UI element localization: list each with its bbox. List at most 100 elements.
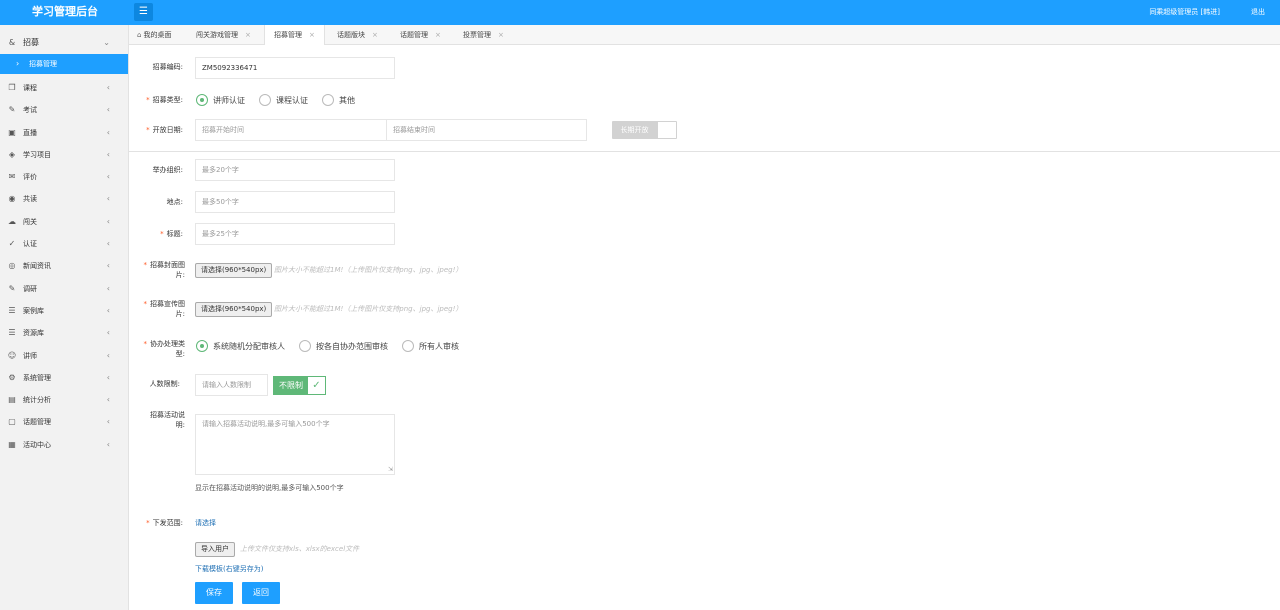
home-icon: ⌂ bbox=[137, 31, 142, 39]
required-mark: * bbox=[160, 230, 164, 238]
gear-icon: ⚙ bbox=[8, 372, 16, 382]
start-date-input[interactable]: 招募开始时间 bbox=[195, 119, 387, 141]
scope-label-text: 下发范围: bbox=[152, 519, 183, 527]
place-label: 地点: bbox=[166, 198, 183, 206]
close-icon[interactable]: × bbox=[435, 31, 441, 39]
end-date-input[interactable]: 招募结束时间 bbox=[386, 119, 587, 141]
sidebar-item-label: 统计分析 bbox=[23, 396, 51, 405]
assist-option-all[interactable]: 所有人审核 bbox=[402, 340, 459, 352]
assist-option-random[interactable]: 系统随机分配审核人 bbox=[196, 340, 285, 352]
sidebar-item-challenge[interactable]: ☁ 闯关 ‹ bbox=[0, 211, 128, 233]
type-option-course[interactable]: 课程认证 bbox=[259, 94, 308, 106]
import-users-button[interactable]: 导入用户 bbox=[195, 542, 235, 557]
user-icon: ☺ bbox=[7, 350, 17, 360]
save-button[interactable]: 保存 bbox=[195, 582, 233, 604]
tab-desktop[interactable]: ⌂ 我的桌面 bbox=[137, 25, 171, 45]
sidebar-item-label: 调研 bbox=[23, 284, 37, 293]
title-input[interactable]: 最多25个字 bbox=[195, 223, 395, 245]
book-icon: ❐ bbox=[8, 83, 16, 92]
close-icon[interactable]: × bbox=[498, 31, 504, 39]
place-input[interactable]: 最多50个字 bbox=[195, 191, 395, 213]
radio-label: 系统随机分配审核人 bbox=[213, 341, 285, 351]
sidebar-item-course[interactable]: ❐ 课程 ‹ bbox=[0, 77, 128, 99]
chevron-left-icon: ‹ bbox=[106, 172, 110, 182]
sidebar-item-news[interactable]: ◎ 新闻资讯 ‹ bbox=[0, 255, 128, 277]
count-input[interactable]: 请输入人数限制 bbox=[195, 374, 268, 396]
tab-game-manage[interactable]: 闯关游戏管理 × bbox=[196, 25, 251, 45]
main-content: 招募编码: ZM5092336471 * 招募类型: 讲师认证 课程认证 其他 *… bbox=[129, 45, 1280, 610]
desc-textarea[interactable]: 请输入招募活动说明,最多可输入500个字 ⇲ bbox=[195, 414, 395, 475]
sidebar-item-label: 直播 bbox=[23, 128, 37, 137]
check-circle-icon: ✓ bbox=[8, 239, 16, 249]
sidebar-item-case-lib[interactable]: ☰ 案例库 ‹ bbox=[0, 300, 128, 322]
sidebar-item-coread[interactable]: ◉ 共读 ‹ bbox=[0, 188, 128, 210]
tab-recruit-manage[interactable]: 招募管理 × bbox=[264, 25, 325, 46]
required-mark: * bbox=[146, 126, 150, 134]
app-title: 学习管理后台 bbox=[32, 5, 98, 18]
sidebar-item-survey[interactable]: ✎ 调研 ‹ bbox=[0, 278, 128, 300]
close-icon[interactable]: × bbox=[245, 31, 251, 39]
sidebar-item-review[interactable]: ✉ 评价 ‹ bbox=[0, 166, 128, 188]
top-bar: 学习管理后台 ☰ 同乘超级管理员 [韩进] 退出 bbox=[0, 0, 1280, 25]
chevron-left-icon: ‹ bbox=[106, 261, 110, 271]
back-button[interactable]: 返回 bbox=[242, 582, 280, 604]
org-label: 举办组织: bbox=[152, 166, 183, 174]
radio-icon bbox=[259, 94, 271, 106]
tab-label: 话题版块 bbox=[337, 31, 365, 39]
chevron-left-icon: ‹ bbox=[106, 194, 110, 204]
sidebar-item-label: 系统管理 bbox=[23, 373, 51, 382]
tab-topic-manage[interactable]: 话题管理 × bbox=[400, 25, 441, 45]
radio-label: 按各自协办范围审核 bbox=[316, 341, 388, 351]
check-icon: ✓ bbox=[312, 380, 321, 391]
edit-icon: ✎ bbox=[8, 105, 16, 115]
count-label: 人数限制: bbox=[149, 380, 180, 388]
tab-topic-board[interactable]: 话题版块 × bbox=[337, 25, 378, 45]
type-option-other[interactable]: 其他 bbox=[322, 94, 355, 106]
hamburger-icon[interactable]: ☰ bbox=[134, 3, 153, 21]
long-term-toggle[interactable]: 长期开放 bbox=[612, 121, 677, 139]
sidebar-subitem-recruit-manage[interactable]: › 招募管理 bbox=[0, 54, 128, 74]
code-field[interactable]: ZM5092336471 bbox=[195, 57, 395, 79]
cover-upload-button[interactable]: 请选择(960*540px) bbox=[195, 263, 273, 278]
chevron-left-icon: ‹ bbox=[106, 283, 110, 293]
unlimited-checkbox[interactable]: 不限制 ✓ bbox=[273, 376, 326, 395]
org-input[interactable]: 最多20个字 bbox=[195, 159, 395, 181]
sidebar-item-label: 评价 bbox=[23, 173, 37, 182]
promo-upload-button[interactable]: 请选择(960*540px) bbox=[195, 302, 273, 317]
type-option-lecturer[interactable]: 讲师认证 bbox=[196, 94, 245, 106]
download-template-link[interactable]: 下载模板(右键另存为) bbox=[195, 564, 263, 574]
close-icon[interactable]: × bbox=[309, 31, 315, 39]
scope-label: * 下发范围: bbox=[129, 518, 183, 528]
close-icon[interactable]: × bbox=[372, 31, 378, 39]
required-mark: * bbox=[143, 261, 148, 269]
sidebar-item-lecturer[interactable]: ☺ 讲师 ‹ bbox=[0, 345, 128, 367]
sidebar-item-stats[interactable]: ▤ 统计分析 ‹ bbox=[0, 389, 128, 411]
title-label-text: 标题: bbox=[166, 230, 183, 238]
sidebar-item-recruit[interactable]: & 招募 ⌄ bbox=[0, 25, 128, 54]
sidebar-item-activity[interactable]: ▦ 活动中心 ‹ bbox=[0, 434, 128, 456]
assist-radio-group: 系统随机分配审核人 按各自协办范围审核 所有人审核 bbox=[196, 339, 473, 353]
sidebar-item-exam[interactable]: ✎ 考试 ‹ bbox=[0, 99, 128, 121]
required-mark: * bbox=[146, 96, 150, 104]
promo-label-text: 招募宣传图片: bbox=[150, 300, 185, 318]
tab-vote-manage[interactable]: 投票管理 × bbox=[463, 25, 504, 45]
user-info[interactable]: 同乘超级管理员 [韩进] bbox=[1149, 0, 1220, 24]
title-label: * 标题: bbox=[129, 229, 183, 239]
sidebar-item-label: 课程 bbox=[23, 84, 37, 92]
radio-icon bbox=[322, 94, 334, 106]
type-radio-group: 讲师认证 课程认证 其他 bbox=[196, 93, 369, 107]
section-divider bbox=[129, 151, 1280, 152]
sidebar-item-resource-lib[interactable]: ☰ 资源库 ‹ bbox=[0, 322, 128, 344]
scope-select-link[interactable]: 请选择 bbox=[195, 518, 216, 528]
sidebar-item-certify[interactable]: ✓ 认证 ‹ bbox=[0, 233, 128, 255]
resize-handle-icon[interactable]: ⇲ bbox=[388, 467, 393, 473]
assist-option-scope[interactable]: 按各自协办范围审核 bbox=[299, 340, 388, 352]
sidebar-item-system[interactable]: ⚙ 系统管理 ‹ bbox=[0, 367, 128, 389]
sidebar-item-project[interactable]: ◈ 学习项目 ‹ bbox=[0, 144, 128, 166]
sidebar-item-label: 话题管理 bbox=[23, 418, 51, 427]
sidebar-item-topic[interactable]: ▢ 话题管理 ‹ bbox=[0, 411, 128, 433]
sidebar-item-live[interactable]: ▣ 直播 ‹ bbox=[0, 122, 128, 144]
logout-link[interactable]: 退出 bbox=[1251, 0, 1265, 24]
date-label: * 开放日期: bbox=[129, 125, 183, 135]
desc-placeholder: 请输入招募活动说明,最多可输入500个字 bbox=[202, 420, 330, 428]
